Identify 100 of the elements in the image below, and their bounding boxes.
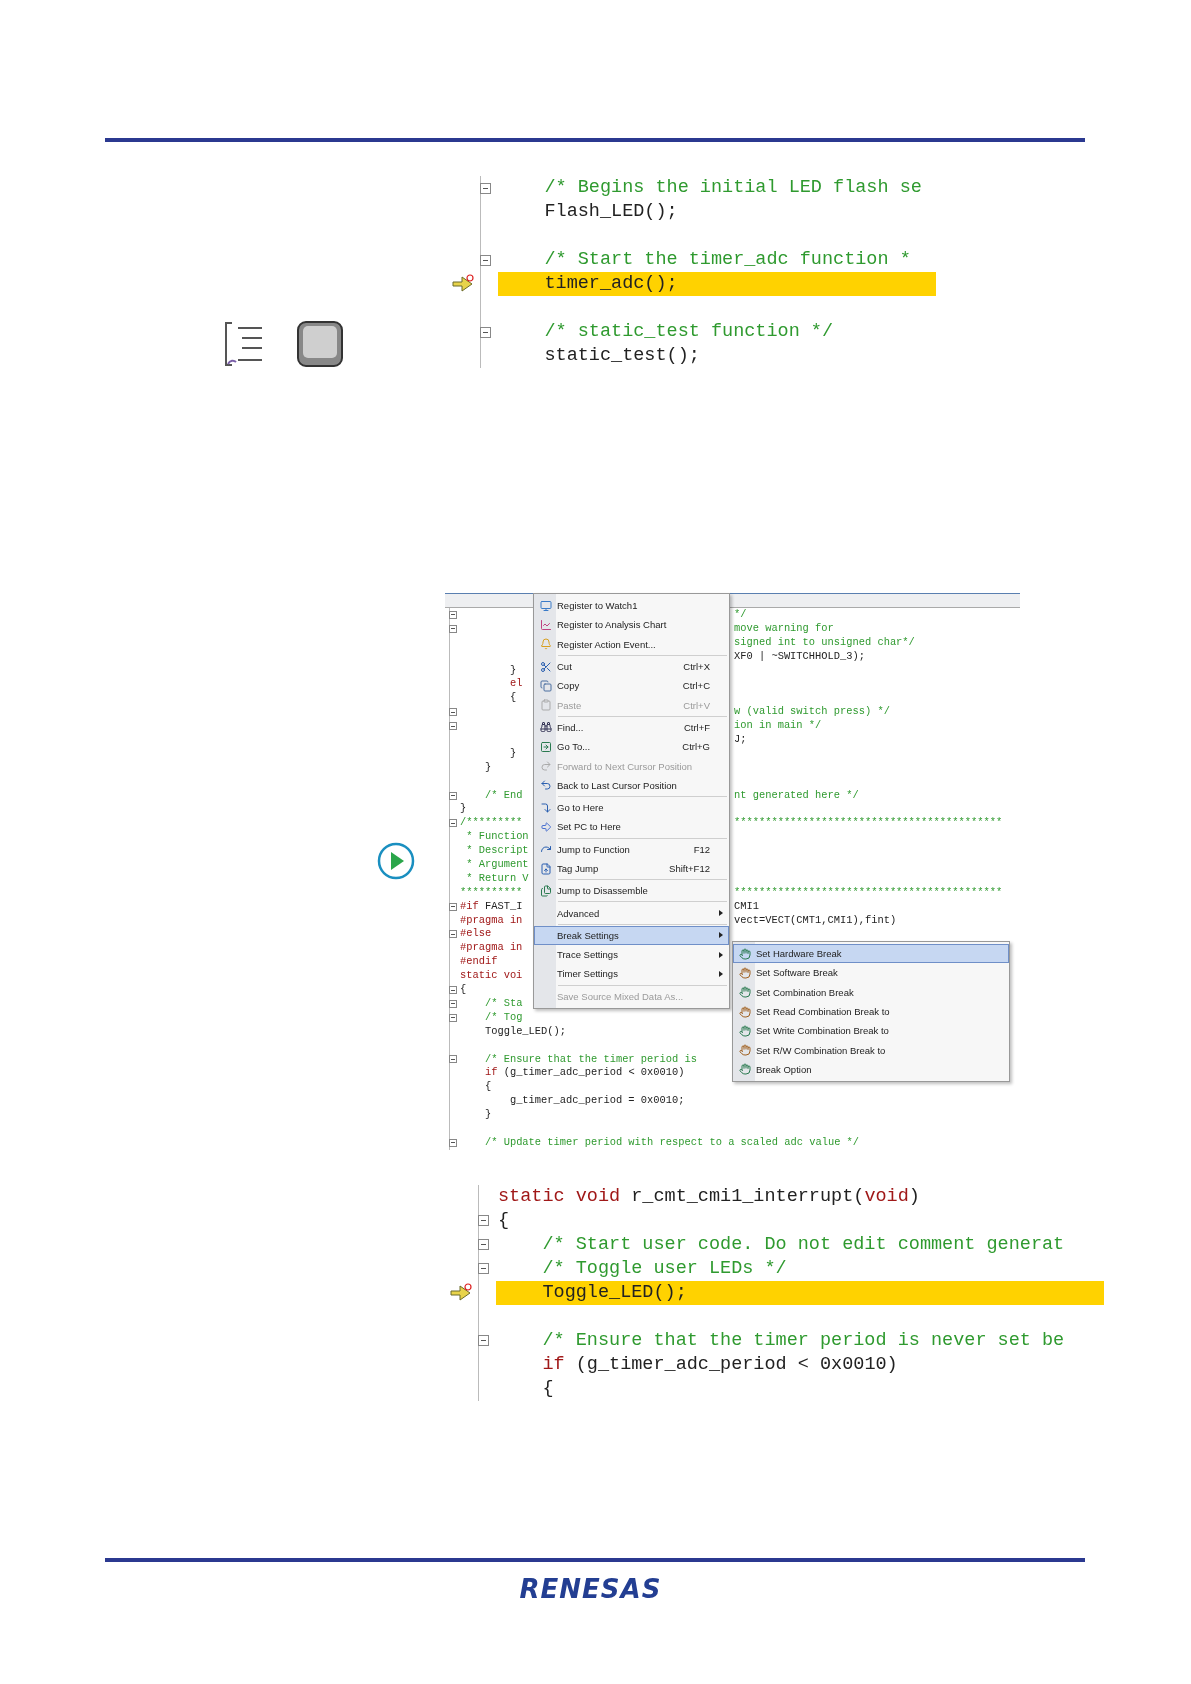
menu-item[interactable]: Back to Last Cursor Position — [534, 775, 729, 795]
code-line: ******************************************* — [734, 885, 1003, 898]
fold-toggle-icon[interactable] — [478, 1239, 489, 1251]
code-line: ******************************************* — [734, 816, 1003, 829]
fold-toggle-icon[interactable] — [449, 708, 457, 717]
menu-item[interactable]: Go To... Ctrl+G — [534, 737, 729, 757]
copy-icon — [540, 679, 552, 692]
menu-item[interactable]: Set Read Combination Break to — [733, 1001, 1009, 1022]
menu-item[interactable]: Register to Watch1 — [534, 596, 729, 616]
code-line: w (valid switch press) */ — [734, 705, 890, 718]
code-line: */ — [734, 608, 747, 620]
hand-icon — [739, 1044, 751, 1057]
code-line: timer_adc(); — [544, 273, 678, 294]
menu-item[interactable]: Register Action Event... — [534, 634, 729, 654]
code-line: { — [484, 1080, 492, 1093]
fold-toggle-icon[interactable] — [449, 1138, 457, 1147]
code-line: /* Tog — [484, 1010, 523, 1023]
bell-icon — [540, 638, 552, 651]
code-line: static voi — [460, 969, 523, 982]
menu-item[interactable]: Tag Jump Shift+F12 — [534, 858, 729, 879]
chart-icon — [540, 618, 552, 631]
code-line: static_test(); — [544, 345, 700, 366]
corner-arrow-icon — [540, 801, 552, 814]
undo-arrow-icon — [540, 779, 552, 792]
fold-toggle-icon[interactable] — [449, 986, 457, 994]
hand-icon — [739, 966, 751, 979]
fold-toggle-icon[interactable] — [449, 930, 457, 939]
code-line: /* Start user code. Do not edit comment generat — [542, 1233, 1065, 1255]
code-line: /* static_test function */ — [544, 321, 834, 342]
menu-item[interactable]: Set R/W Combination Break to — [733, 1040, 1009, 1060]
menu-item[interactable]: Set Write Combination Break to — [733, 1021, 1009, 1041]
code-line: } — [484, 760, 492, 773]
code-line: { — [509, 691, 517, 704]
code-line: Toggle_LED(); — [484, 1024, 566, 1037]
code-line: * Argument — [466, 858, 529, 871]
code-line: el — [509, 677, 523, 690]
code-line: if (g_timer_adc_period < 0x0010) — [542, 1353, 898, 1375]
code-line: ion in main */ — [734, 719, 822, 732]
fold-toggle-icon[interactable] — [449, 1055, 457, 1064]
code-line: /* Start the timer_adc function * — [544, 249, 911, 270]
code-line: g_timer_adc_period = 0x0010; — [509, 1094, 685, 1107]
menu-item[interactable]: Timer Settings — [534, 964, 729, 984]
arrow-square-icon — [540, 740, 552, 753]
fold-toggle-icon[interactable] — [449, 791, 457, 800]
hand-icon — [739, 1024, 751, 1037]
code-line: vect=VECT(CMT1,CMI1),fint) — [734, 913, 897, 926]
code-line: move warning for — [734, 621, 834, 634]
code-line: CMI1 — [734, 899, 759, 912]
fold-toggle-icon[interactable] — [449, 999, 457, 1008]
code-line: #pragma in — [460, 941, 523, 954]
fold-toggle-icon[interactable] — [449, 902, 457, 911]
code-line: /* Update timer period with respect to a scaled adc value */ — [484, 1135, 860, 1148]
fold-toggle-icon[interactable] — [449, 1013, 457, 1022]
code-line: { — [498, 1209, 510, 1231]
menu-item[interactable]: Cut Ctrl+X — [534, 656, 729, 677]
code-line: if (g_timer_adc_period < 0x0010) — [484, 1066, 685, 1079]
menu-item[interactable]: Copy Ctrl+C — [534, 676, 729, 696]
menu-item[interactable]: Set Hardware Break — [733, 944, 1009, 964]
menu-item[interactable]: Set Combination Break — [733, 982, 1009, 1002]
play-icon[interactable] — [377, 842, 415, 881]
menu-item[interactable]: Register to Analysis Chart — [534, 615, 729, 635]
code-line: nt generated here */ — [734, 788, 859, 801]
menu-item[interactable]: Advanced — [534, 903, 729, 923]
fold-toggle-icon[interactable] — [449, 610, 457, 619]
menu-item[interactable]: Go to Here — [534, 797, 729, 818]
fold-toggle-icon[interactable] — [480, 326, 491, 338]
menu-item[interactable]: Break Option — [733, 1059, 1009, 1080]
redo-arrow-icon — [540, 760, 552, 772]
fold-toggle-icon[interactable] — [480, 182, 491, 194]
fold-toggle-icon[interactable] — [449, 624, 457, 633]
hand-icon — [739, 986, 751, 999]
menu-item[interactable]: Jump to Disassemble — [534, 881, 729, 901]
fold-toggle-icon[interactable] — [480, 254, 491, 266]
menu-item[interactable]: Set PC to Here — [534, 817, 729, 837]
code-line: } — [484, 1108, 492, 1121]
menu-item[interactable]: Set Software Break — [733, 963, 1009, 983]
fold-toggle-icon[interactable] — [478, 1215, 489, 1227]
scissors-icon — [540, 660, 552, 673]
menu-item[interactable]: Jump to Function F12 — [534, 839, 729, 859]
menu-item[interactable]: Find... Ctrl+F — [534, 717, 729, 738]
code-line: /* Sta — [484, 996, 523, 1009]
monitor-icon — [540, 599, 552, 612]
code-line: { — [542, 1377, 554, 1399]
code-line: /* Begins the initial LED flash se — [544, 177, 922, 198]
code-line: #if FAST_I — [460, 899, 523, 912]
code-line: #endif — [460, 955, 498, 968]
menu-item[interactable]: Break Settings — [534, 925, 729, 946]
code-line: /* Ensure that the timer period is never set be — [542, 1329, 1065, 1351]
fold-toggle-icon[interactable] — [478, 1263, 489, 1275]
fold-toggle-icon[interactable] — [449, 722, 457, 731]
company-logo: RENESAS — [519, 1574, 662, 1604]
code-line: static void r_cmt_cmi1_interrupt(void) — [498, 1185, 920, 1207]
code-line: #pragma in — [460, 913, 523, 926]
fold-toggle-icon[interactable] — [449, 819, 457, 828]
arrow-icon — [540, 820, 552, 833]
fold-toggle-icon[interactable] — [478, 1335, 489, 1347]
code-line: Flash_LED(); — [544, 201, 678, 222]
code-line: } — [460, 802, 467, 815]
menu-item[interactable]: Trace Settings — [534, 945, 729, 965]
code-line: /********* — [460, 816, 523, 829]
